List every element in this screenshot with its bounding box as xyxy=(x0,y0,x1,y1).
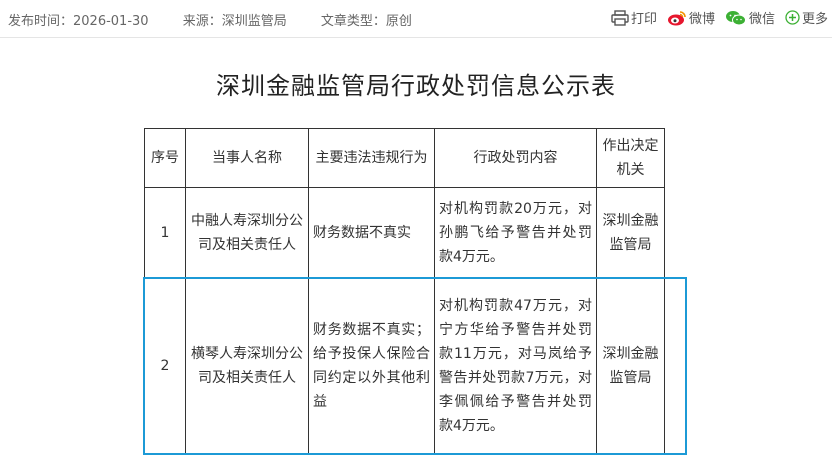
article-type: 文章类型：原创 xyxy=(321,14,412,29)
header-no: 序号 xyxy=(144,128,186,188)
type-value: 原创 xyxy=(385,14,412,29)
penalty-table: 序号 当事人名称 主要违法违规行为 行政处罚内容 作出决定机关 1 中融人寿深圳… xyxy=(144,128,665,454)
publish-time: 发布时间：2026-01-30 xyxy=(8,14,149,29)
article-meta-bar: 发布时间：2026-01-30 来源：深圳监管局 文章类型：原创 打印 微博 微… xyxy=(0,0,832,38)
wechat-share-button[interactable]: 微信 xyxy=(725,8,775,27)
source-label: 来源： xyxy=(182,14,222,29)
more-share-button[interactable]: 更多 xyxy=(785,8,828,27)
row-violation: 财务数据不真实；给予投保人保险合同约定以外其他利益 xyxy=(308,277,435,454)
table-header-row: 序号 当事人名称 主要违法违规行为 行政处罚内容 作出决定机关 xyxy=(144,128,665,188)
header-party: 当事人名称 xyxy=(185,128,309,188)
wechat-icon xyxy=(725,10,746,25)
print-button[interactable]: 打印 xyxy=(611,8,657,27)
row-no: 2 xyxy=(144,277,186,454)
header-authority: 作出决定机关 xyxy=(596,128,665,188)
weibo-label: 微博 xyxy=(688,12,715,27)
table-row: 2 横琴人寿深圳分公司及相关责任人 财务数据不真实；给予投保人保险合同约定以外其… xyxy=(144,277,665,454)
row-party: 中融人寿深圳分公司及相关责任人 xyxy=(185,187,309,278)
wechat-label: 微信 xyxy=(748,12,775,27)
table-row: 1 中融人寿深圳分公司及相关责任人 财务数据不真实 对机构罚款20万元，对孙鹏飞… xyxy=(144,187,665,278)
article-meta: 发布时间：2026-01-30 来源：深圳监管局 文章类型：原创 xyxy=(8,10,442,29)
row-authority: 深圳金融监管局 xyxy=(596,187,665,278)
publish-time-value: 2026-01-30 xyxy=(73,14,149,29)
printer-icon xyxy=(611,9,629,26)
more-label: 更多 xyxy=(801,12,828,27)
weibo-icon xyxy=(667,10,686,25)
source-value: 深圳监管局 xyxy=(221,14,287,29)
row-penalty: 对机构罚款20万元，对孙鹏飞给予警告并处罚款4万元。 xyxy=(434,187,597,278)
row-violation: 财务数据不真实 xyxy=(308,187,435,278)
share-toolbar: 打印 微博 微信 更多 xyxy=(601,8,828,27)
page: 发布时间：2026-01-30 来源：深圳监管局 文章类型：原创 打印 微博 微… xyxy=(0,0,832,458)
row-party: 横琴人寿深圳分公司及相关责任人 xyxy=(185,277,309,454)
row-authority: 深圳金融监管局 xyxy=(596,277,665,454)
row-penalty: 对机构罚款47万元，对宁方华给予警告并处罚款11万元，对马岚给予警告并处罚款7万… xyxy=(434,277,597,454)
header-violation: 主要违法违规行为 xyxy=(308,128,435,188)
page-title: 深圳金融监管局行政处罚信息公示表 xyxy=(216,72,616,100)
type-label: 文章类型： xyxy=(320,14,386,29)
row-no: 1 xyxy=(144,187,186,278)
article-source: 来源：深圳监管局 xyxy=(183,14,287,29)
publish-time-label: 发布时间： xyxy=(8,14,74,29)
plus-circle-icon xyxy=(785,10,800,25)
weibo-share-button[interactable]: 微博 xyxy=(667,8,715,27)
header-penalty: 行政处罚内容 xyxy=(434,128,597,188)
print-label: 打印 xyxy=(630,12,657,27)
